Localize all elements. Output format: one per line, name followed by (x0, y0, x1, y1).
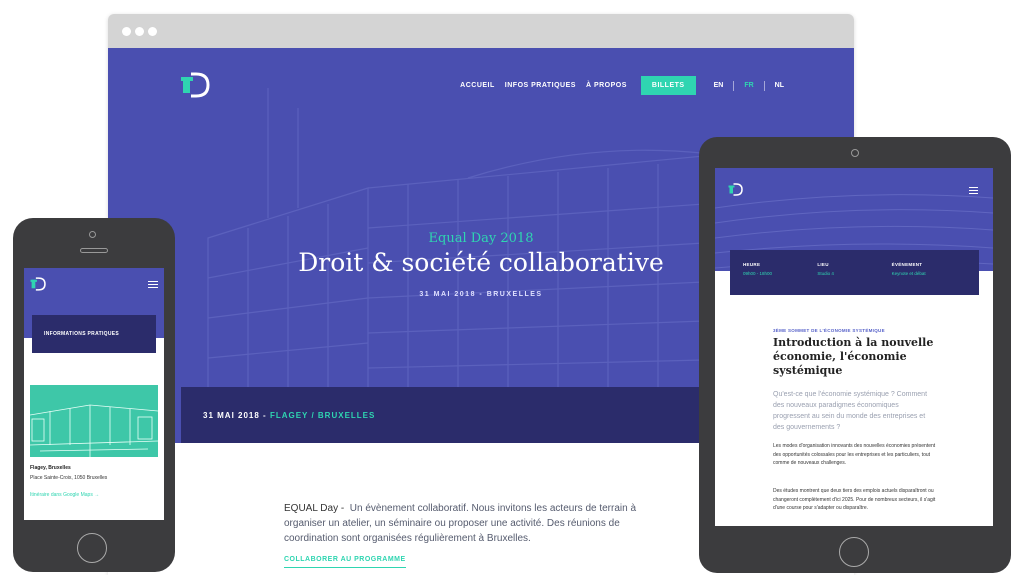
venue-address: Place Sainte-Croix, 1050 Bruxelles (30, 475, 108, 481)
info-value: Studio 4 (817, 271, 834, 276)
phone-device: INFORMATIONS PRATIQUES Flagey, Bruxelles… (13, 218, 175, 572)
camera-icon (89, 231, 96, 238)
lang-nl[interactable]: NL (775, 82, 784, 89)
browser-title-bar (108, 14, 854, 48)
article-kicker: 3ÈME SOMMET DE L'ÉCONOMIE SYSTÉMIQUE (773, 328, 885, 333)
lang-divider (763, 80, 765, 91)
speaker-icon (80, 248, 108, 253)
logo-icon[interactable] (30, 276, 46, 292)
google-maps-link[interactable]: Itinéraire dans Google Maps → (30, 492, 99, 498)
nav-link-accueil[interactable]: ACCUEIL (460, 82, 495, 89)
window-dot-icon (135, 27, 144, 36)
info-place: LIEU Studio 4 (817, 262, 891, 295)
tablet-device: HEURE 09h00 - 18h00 LIEU Studio 4 ÉVÉNEM… (699, 137, 1011, 573)
logo-icon[interactable] (180, 70, 210, 100)
phone-screen: INFORMATIONS PRATIQUES Flagey, Bruxelles… (24, 268, 164, 520)
info-event: ÉVÉNEMENT Keynote et débat (892, 262, 966, 295)
hamburger-menu-icon[interactable] (969, 187, 978, 196)
window-dot-icon (122, 27, 131, 36)
band-place[interactable]: FLAGEY / BRUXELLES (270, 411, 375, 420)
info-label: HEURE (743, 262, 761, 267)
info-value: 09h00 - 18h00 (743, 271, 773, 276)
logo-icon[interactable] (728, 182, 743, 197)
info-time: HEURE 09h00 - 18h00 (743, 262, 817, 295)
info-label: LIEU (817, 262, 829, 267)
lang-fr[interactable]: FR (744, 82, 753, 89)
practical-info-card: INFORMATIONS PRATIQUES (32, 315, 156, 353)
tickets-button[interactable]: BILLETS (640, 76, 696, 95)
venue-photo-icon (30, 404, 158, 457)
tablet-screen: HEURE 09h00 - 18h00 LIEU Studio 4 ÉVÉNEM… (715, 168, 993, 526)
nav-link-infos-pratiques[interactable]: INFOS PRATIQUES (505, 82, 576, 89)
hamburger-menu-icon[interactable] (148, 281, 158, 290)
collaborate-link[interactable]: COLLABORER AU PROGRAMME (284, 556, 406, 568)
camera-icon (851, 149, 859, 157)
info-label: ÉVÉNEMENT (891, 262, 923, 267)
description-brand: EQUAL Day - (284, 503, 345, 514)
main-navigation: ACCUEIL INFOS PRATIQUES À PROPOS BILLETS… (460, 76, 784, 95)
event-info-band: HEURE 09h00 - 18h00 LIEU Studio 4 ÉVÉNEM… (730, 250, 979, 295)
event-description: EQUAL Day - Un évènement collaboratif. N… (284, 501, 654, 546)
nav-link-a-propos[interactable]: À PROPOS (586, 82, 627, 89)
info-value: Keynote et débat (891, 271, 926, 276)
article-title: Introduction à la nouvelle économie, l'é… (773, 336, 934, 377)
device-mockup-stage: ACCUEIL INFOS PRATIQUES À PROPOS BILLETS… (0, 0, 1024, 575)
band-date: 31 MAI 2018 - (203, 410, 267, 420)
date-location-band: 31 MAI 2018 - FLAGEY / BRUXELLES (181, 387, 781, 443)
lang-divider (733, 80, 735, 91)
venue-name: Flagey, Bruxelles (30, 465, 71, 471)
article-lead: Qu'est-ce que l'économie systémique ? Co… (773, 391, 928, 431)
venue-photo (30, 385, 158, 457)
article-paragraph: Les modes d'organisation innovants des n… (773, 443, 936, 466)
article-paragraph: Des études montrent que deux tiers des e… (773, 488, 936, 511)
home-button-icon (77, 533, 107, 563)
lang-en[interactable]: EN (714, 82, 724, 89)
home-button-icon (839, 537, 869, 567)
window-dot-icon (148, 27, 157, 36)
